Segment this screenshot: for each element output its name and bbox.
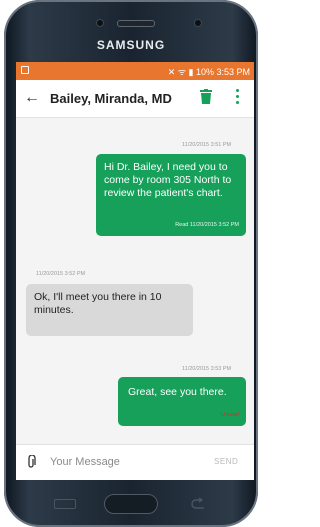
message-text: Ok, I'll meet you there in 10 minutes. — [34, 291, 162, 316]
hardware-nav — [4, 480, 258, 527]
screen: ✕ ᯤ ▮ 10% 3:53 PM ← Bailey, Miranda, MD … — [16, 62, 254, 480]
device-brand: SAMSUNG — [96, 38, 166, 52]
outgoing-message[interactable]: Hi Dr. Bailey, I need you to come by roo… — [96, 154, 246, 236]
status-right: ✕ ᯤ ▮ 10% 3:53 PM — [168, 65, 250, 78]
overflow-menu-icon[interactable] — [236, 89, 240, 105]
incoming-message[interactable]: Ok, I'll meet you there in 10 minutes. — [26, 284, 193, 336]
conversation-title: Bailey, Miranda, MD — [50, 91, 172, 106]
back-arrow-icon[interactable]: ← — [24, 89, 40, 107]
outgoing-message[interactable]: Great, see you there. Unread — [118, 377, 246, 426]
home-button[interactable] — [104, 494, 158, 514]
message-text: Great, see you there. — [128, 386, 227, 398]
message-text: Hi Dr. Bailey, I need you to come by roo… — [104, 161, 232, 199]
message-input[interactable] — [50, 453, 200, 471]
proximity-sensor — [96, 19, 104, 27]
phone-frame: SAMSUNG ✕ ᯤ ▮ 10% 3:53 PM ← Bailey, Mira… — [4, 0, 258, 527]
message-composer: SEND — [16, 444, 254, 480]
front-camera — [194, 19, 202, 27]
read-receipt: Read 11/20/2015 3:52 PM — [175, 222, 239, 228]
signal-icon: ✕ ᯤ ▮ — [167, 67, 196, 77]
message-timestamp: 11/20/2015 3:51 PM — [182, 142, 232, 148]
delete-icon[interactable] — [200, 89, 212, 104]
message-timestamp: 11/20/2015 3:52 PM — [36, 271, 86, 277]
earpiece-speaker — [117, 20, 155, 27]
send-button[interactable]: SEND — [214, 457, 238, 466]
status-bar: ✕ ᯤ ▮ 10% 3:53 PM — [16, 62, 254, 80]
message-timestamp: 11/20/2015 3:53 PM — [182, 366, 232, 372]
battery-time: 10% 3:53 PM — [195, 67, 250, 77]
recent-apps-icon[interactable] — [54, 499, 76, 509]
app-bar: ← Bailey, Miranda, MD — [16, 80, 254, 118]
attachment-icon[interactable] — [26, 455, 36, 469]
notification-icon — [21, 66, 29, 74]
back-key-icon[interactable] — [188, 497, 208, 511]
unread-status: Unread — [220, 412, 239, 418]
